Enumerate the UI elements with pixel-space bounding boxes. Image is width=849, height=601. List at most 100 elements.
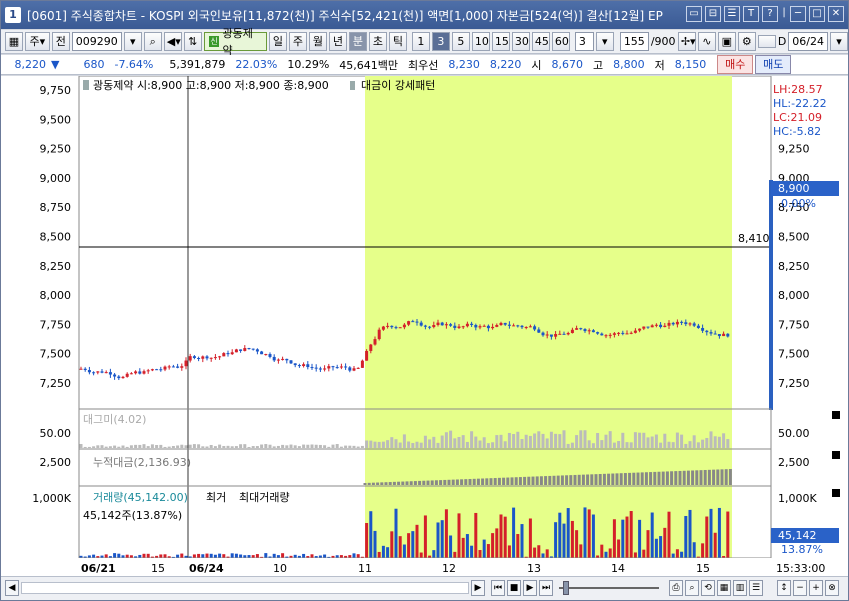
minimize-icon[interactable]: ─: [790, 6, 806, 22]
sub1-bar: [709, 431, 713, 448]
sub3-close-icon[interactable]: [832, 489, 840, 497]
sell-button[interactable]: 매도: [755, 55, 792, 74]
sub1-left-tick: 50.00: [40, 427, 72, 440]
right-y-axis: 9,2509,0008,7508,5008,2508,0007,7507,500…: [778, 143, 810, 390]
speaker-icon[interactable]: ◀▾: [163, 32, 182, 51]
period-tick-button[interactable]: 틱: [388, 32, 407, 51]
code-input[interactable]: 009290: [71, 32, 122, 51]
volume-bar: [549, 556, 553, 558]
last-page-icon[interactable]: ⏭: [539, 580, 553, 596]
scroll-left-icon[interactable]: ◀: [5, 580, 19, 596]
sub2-right-tick: 2,500: [778, 456, 810, 469]
company-tag[interactable]: 신 광동제약: [203, 27, 267, 57]
volume-bar: [83, 556, 87, 558]
new-listing-badge: 신: [208, 36, 220, 47]
nav-arrows-icon[interactable]: ⇅: [183, 32, 202, 51]
first-page-icon[interactable]: ⏮: [491, 580, 505, 596]
volume-bar: [449, 535, 453, 558]
period-select[interactable]: 주▾: [25, 32, 50, 51]
scroll-track[interactable]: [21, 582, 469, 594]
sub2-bar: [682, 470, 686, 485]
sub1-bar: [533, 433, 537, 448]
code-dropdown-icon[interactable]: ▾: [123, 32, 142, 51]
date-input[interactable]: 06/24: [788, 32, 828, 51]
list-icon[interactable]: ☰: [749, 580, 763, 596]
volume-bar: [310, 554, 314, 558]
date-checkbox[interactable]: [757, 35, 776, 48]
sub1-bar: [230, 446, 234, 448]
volume-bar: [117, 553, 121, 558]
price-chart-svg[interactable]: 8,410 광동제약 시:8,900 고:8,900 저:8,900 종:8,9…: [1, 75, 848, 576]
volume-bar: [470, 545, 474, 558]
sub1-bar: [482, 437, 486, 448]
grid-icon[interactable]: ▦: [5, 32, 23, 51]
volume-bar: [125, 554, 129, 558]
link-window-icon[interactable]: ▭: [686, 6, 702, 22]
print-icon[interactable]: ⎙: [669, 580, 683, 596]
font-icon[interactable]: T: [743, 6, 759, 22]
crosshair-icon[interactable]: ✢▾: [677, 32, 696, 51]
interval-30-button[interactable]: 30: [511, 32, 530, 51]
camera-icon[interactable]: ⌕: [685, 580, 699, 596]
buy-button[interactable]: 매수: [717, 55, 754, 74]
period-minute-button[interactable]: 분: [348, 32, 367, 51]
table-icon[interactable]: ▦: [717, 580, 731, 596]
expand-icon[interactable]: ↕: [777, 580, 791, 596]
interval-60-button[interactable]: 60: [551, 32, 570, 51]
sub1-bar: [121, 445, 125, 448]
count-input[interactable]: 155: [619, 32, 649, 51]
prev-button[interactable]: 전: [51, 32, 70, 51]
interval-dropdown-icon[interactable]: ▾: [595, 32, 614, 51]
sub1-bar: [205, 446, 209, 448]
candle-body: [654, 324, 658, 326]
candle-body: [83, 368, 87, 371]
chart-window: 1 [0601] 주식종합차트 - KOSPI 외국인보유[11,872(천)]…: [0, 0, 849, 601]
app-icon[interactable]: 1: [5, 7, 21, 23]
down-arrow-icon: ▼: [51, 58, 60, 71]
help-icon[interactable]: ?: [762, 6, 778, 22]
period-year-button[interactable]: 년: [328, 32, 347, 51]
draw-tool-icon[interactable]: ∿: [697, 32, 716, 51]
interval-15-button[interactable]: 15: [491, 32, 510, 51]
reset-zoom-icon[interactable]: ⊗: [825, 580, 839, 596]
scroll-right-icon[interactable]: ▶: [471, 580, 485, 596]
next-page-icon[interactable]: ▶: [523, 580, 537, 596]
sub1-bar: [570, 442, 574, 448]
candle-body: [696, 325, 700, 328]
chart-area[interactable]: 8,410 광동제약 시:8,900 고:8,900 저:8,900 종:8,9…: [1, 75, 848, 576]
save-icon[interactable]: ▣: [717, 32, 736, 51]
sub1-bar: [566, 443, 570, 448]
open-price: 8,670: [551, 58, 584, 71]
period-day-button[interactable]: 일: [268, 32, 287, 51]
grid-toggle-icon[interactable]: ▥: [733, 580, 747, 596]
zoom-slider-thumb[interactable]: [563, 581, 569, 595]
period-week-button[interactable]: 주: [288, 32, 307, 51]
period-second-button[interactable]: 초: [368, 32, 387, 51]
interval-1-button[interactable]: 1: [411, 32, 430, 51]
candle-body: [423, 325, 427, 327]
settings-gear-icon[interactable]: ⚙: [737, 32, 756, 51]
interval-input[interactable]: 3: [574, 32, 594, 51]
stop-icon[interactable]: ■: [507, 580, 521, 596]
interval-45-button[interactable]: 45: [531, 32, 550, 51]
period-month-button[interactable]: 월: [308, 32, 327, 51]
candle-body: [323, 368, 327, 370]
interval-5-button[interactable]: 5: [451, 32, 470, 51]
maximize-icon[interactable]: □: [809, 6, 825, 22]
zoom-out-icon[interactable]: −: [793, 580, 807, 596]
calendar-icon[interactable]: ▾: [830, 32, 848, 51]
search-icon[interactable]: ⌕: [143, 32, 162, 51]
candle-body: [218, 356, 222, 358]
interval-10-button[interactable]: 10: [471, 32, 490, 51]
menu-icon[interactable]: ☰: [724, 6, 740, 22]
close-icon[interactable]: ✕: [828, 6, 844, 22]
reset-icon[interactable]: ⟲: [701, 580, 715, 596]
interval-3-button[interactable]: 3: [431, 32, 450, 51]
split-window-icon[interactable]: ⊟: [705, 6, 721, 22]
sub1-close-icon[interactable]: [832, 411, 840, 419]
zoom-slider-track[interactable]: [559, 587, 659, 589]
high-price: 8,800: [613, 58, 645, 71]
scroll-bar[interactable]: ◀ ▶ ⏮ ■ ▶ ⏭ ⎙ ⌕ ⟲ ▦ ▥ ☰ ↕ − + ⊗: [1, 576, 848, 600]
sub2-close-icon[interactable]: [832, 451, 840, 459]
zoom-in-icon[interactable]: +: [809, 580, 823, 596]
